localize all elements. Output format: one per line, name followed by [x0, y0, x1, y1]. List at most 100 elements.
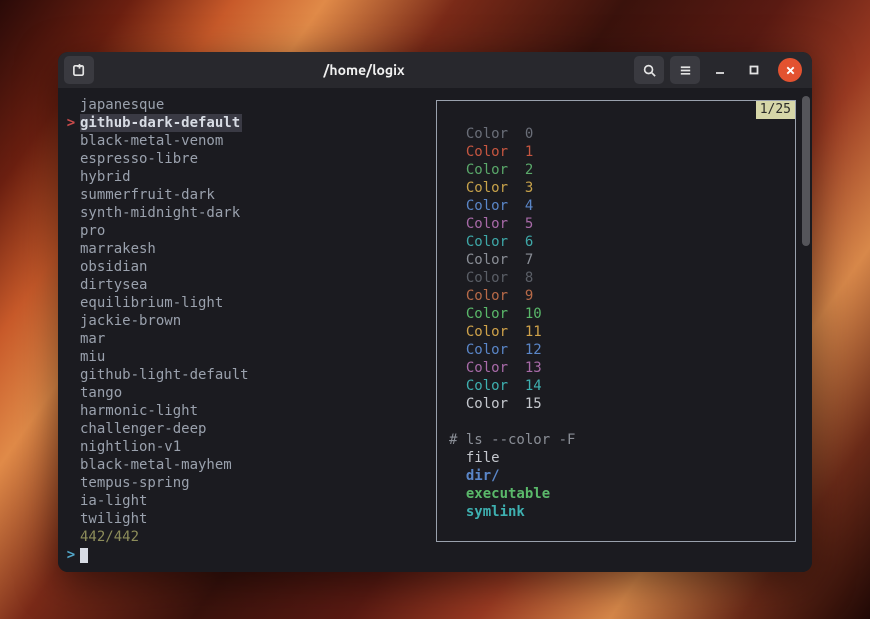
- preview-counter: 1/25: [756, 101, 795, 119]
- color-sample: Color 7: [449, 251, 783, 269]
- scrollbar-thumb[interactable]: [802, 96, 810, 246]
- list-item[interactable]: dirtysea: [62, 276, 424, 294]
- search-button[interactable]: [634, 56, 664, 84]
- list-item-label: pro: [80, 222, 105, 240]
- list-item-label: github-dark-default: [80, 114, 242, 132]
- list-item-label: jackie-brown: [80, 312, 181, 330]
- list-marker: [62, 132, 80, 150]
- list-item[interactable]: japanesque: [62, 96, 424, 114]
- list-item-label: espresso-libre: [80, 150, 198, 168]
- list-marker: [62, 168, 80, 186]
- list-item[interactable]: twilight: [62, 510, 424, 528]
- color-sample: Color 10: [449, 305, 783, 323]
- list-item[interactable]: tempus-spring: [62, 474, 424, 492]
- list-item-label: synth-midnight-dark: [80, 204, 240, 222]
- preview-pane: 1/25 Color 0 Color 1 Color 2 Color 3 Col…: [436, 100, 796, 542]
- list-item-label: marrakesh: [80, 240, 156, 258]
- color-sample: Color 1: [449, 143, 783, 161]
- list-marker: [62, 150, 80, 168]
- list-item[interactable]: black-metal-mayhem: [62, 456, 424, 474]
- list-item-label: challenger-deep: [80, 420, 206, 438]
- color-sample: Color 12: [449, 341, 783, 359]
- list-item[interactable]: ia-light: [62, 492, 424, 510]
- list-item[interactable]: black-metal-venom: [62, 132, 424, 150]
- list-item-label: nightlion-v1: [80, 438, 181, 456]
- list-item[interactable]: >github-dark-default: [62, 114, 424, 132]
- list-item[interactable]: obsidian: [62, 258, 424, 276]
- color-sample: Color 11: [449, 323, 783, 341]
- terminal-body[interactable]: japanesque>github-dark-default black-met…: [58, 88, 812, 572]
- list-item[interactable]: harmonic-light: [62, 402, 424, 420]
- color-sample: Color 9: [449, 287, 783, 305]
- list-marker: [62, 186, 80, 204]
- list-marker: [62, 330, 80, 348]
- close-button[interactable]: [778, 58, 802, 82]
- list-counter: 442/442: [80, 528, 139, 546]
- list-item-label: dirtysea: [80, 276, 147, 294]
- list-marker: [62, 204, 80, 222]
- ls-sample: dir/: [449, 467, 783, 485]
- list-item-label: hybrid: [80, 168, 131, 186]
- list-marker: [62, 456, 80, 474]
- list-item-label: tango: [80, 384, 122, 402]
- list-marker: [62, 222, 80, 240]
- list-marker: [62, 276, 80, 294]
- fzf-prompt[interactable]: >: [62, 546, 424, 564]
- list-marker: [62, 258, 80, 276]
- ls-sample: executable: [449, 485, 783, 503]
- color-sample: Color 14: [449, 377, 783, 395]
- list-item[interactable]: synth-midnight-dark: [62, 204, 424, 222]
- list-item[interactable]: nightlion-v1: [62, 438, 424, 456]
- list-item[interactable]: tango: [62, 384, 424, 402]
- color-sample: Color 0: [449, 125, 783, 143]
- list-item[interactable]: espresso-libre: [62, 150, 424, 168]
- list-item-label: obsidian: [80, 258, 147, 276]
- hamburger-menu-button[interactable]: [670, 56, 700, 84]
- maximize-button[interactable]: [740, 56, 768, 84]
- list-item[interactable]: pro: [62, 222, 424, 240]
- color-sample: Color 5: [449, 215, 783, 233]
- ls-header: # ls --color -F: [449, 431, 783, 449]
- ls-sample: file: [449, 449, 783, 467]
- color-sample: Color 3: [449, 179, 783, 197]
- minimize-button[interactable]: [706, 56, 734, 84]
- terminal-window: /home/logix japanesque>github-dark-defau…: [58, 52, 812, 572]
- list-item-label: twilight: [80, 510, 147, 528]
- list-marker: [62, 492, 80, 510]
- list-item-label: harmonic-light: [80, 402, 198, 420]
- list-item-label: mar: [80, 330, 105, 348]
- list-item[interactable]: miu: [62, 348, 424, 366]
- color-sample: Color 2: [449, 161, 783, 179]
- list-item-label: summerfruit-dark: [80, 186, 215, 204]
- list-marker: >: [62, 114, 80, 132]
- list-item-label: miu: [80, 348, 105, 366]
- list-item-label: ia-light: [80, 492, 147, 510]
- list-marker: [62, 294, 80, 312]
- list-item[interactable]: marrakesh: [62, 240, 424, 258]
- list-marker: [62, 240, 80, 258]
- text-cursor: [80, 548, 88, 563]
- color-sample: Color 15: [449, 395, 783, 413]
- list-item[interactable]: challenger-deep: [62, 420, 424, 438]
- color-sample: Color 6: [449, 233, 783, 251]
- list-item[interactable]: equilibrium-light: [62, 294, 424, 312]
- list-marker: [62, 474, 80, 492]
- list-item-label: black-metal-mayhem: [80, 456, 232, 474]
- list-item-label: black-metal-venom: [80, 132, 223, 150]
- new-tab-button[interactable]: [64, 56, 94, 84]
- color-sample: Color 8: [449, 269, 783, 287]
- list-item[interactable]: mar: [62, 330, 424, 348]
- list-item[interactable]: github-light-default: [62, 366, 424, 384]
- list-item[interactable]: hybrid: [62, 168, 424, 186]
- fzf-list[interactable]: japanesque>github-dark-default black-met…: [62, 96, 424, 564]
- list-marker: [62, 420, 80, 438]
- list-marker: [62, 366, 80, 384]
- list-item[interactable]: summerfruit-dark: [62, 186, 424, 204]
- list-marker: [62, 312, 80, 330]
- list-marker: [62, 96, 80, 114]
- list-item[interactable]: jackie-brown: [62, 312, 424, 330]
- list-item-label: japanesque: [80, 96, 164, 114]
- titlebar[interactable]: /home/logix: [58, 52, 812, 88]
- list-marker: [62, 348, 80, 366]
- list-item-label: equilibrium-light: [80, 294, 223, 312]
